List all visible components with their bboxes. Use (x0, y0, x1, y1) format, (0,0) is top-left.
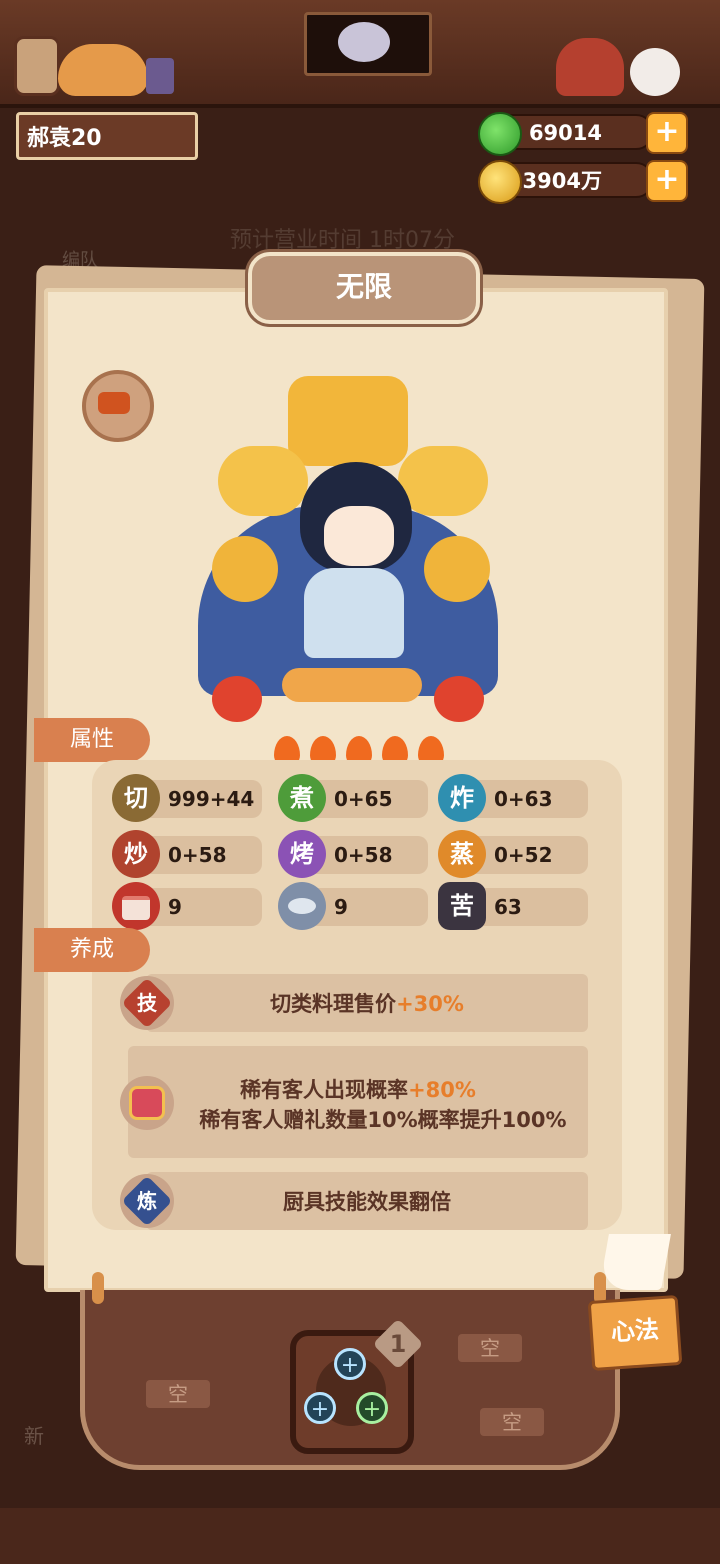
customer-girl-icon (556, 38, 624, 96)
lucky-cat-right-icon (424, 536, 490, 602)
stat-fish: 9 (278, 882, 428, 930)
cut-icon: 切 (112, 774, 160, 822)
meat-icon (112, 882, 160, 930)
top-banner (0, 0, 720, 108)
stat-value: 9 (168, 895, 182, 919)
skill-1-bonus: +30% (396, 992, 464, 1016)
stat-value: 999+44 (168, 787, 255, 811)
fish-icon (278, 882, 326, 930)
rank-badge-icon[interactable] (82, 370, 154, 442)
technique-char: 技 (137, 991, 157, 1015)
stat-value: 0+63 (494, 787, 553, 811)
badge-emblem (98, 392, 130, 414)
tomato-right-icon (434, 676, 484, 722)
cat-mascot-icon (58, 44, 148, 96)
skill-2-label: 稀有客人出现概率 (240, 1078, 409, 1102)
stat-steam: 蒸 0+52 (438, 830, 588, 878)
technique-icon[interactable]: 技 (120, 976, 174, 1030)
white-cat-icon (630, 48, 680, 96)
stat-stirfry: 炒 0+58 (112, 830, 262, 878)
paper-curl (599, 1234, 671, 1290)
add-slot-1-icon[interactable]: + (334, 1348, 366, 1380)
skill-2-line1: 稀有客人出现概率+80% (128, 1074, 588, 1104)
empty-slot-bottom-right[interactable]: 空 (480, 1408, 544, 1436)
jade-amount: 69014 (528, 121, 602, 145)
bottom-bar (0, 1508, 720, 1564)
skill-2-line2: 稀有客人赠礼数量10%概率提升100% (199, 1108, 567, 1132)
book-icon (146, 58, 174, 94)
steam-icon: 蒸 (438, 830, 486, 878)
meat-slice (122, 896, 150, 920)
stat-fry: 炸 0+63 (438, 774, 588, 822)
stat-value: 0+52 (494, 843, 553, 867)
golden-hand-left-icon (218, 446, 308, 516)
stat-bitter: 苦 63 (438, 882, 588, 930)
empty-slot-left[interactable]: 空 (146, 1380, 210, 1408)
skill-row-2: 稀有客人出现概率+80% 稀有客人赠礼数量10%概率提升100% (128, 1046, 588, 1158)
tomato-left-icon (212, 676, 262, 722)
fish-shape (288, 898, 316, 914)
tray-peg-left (92, 1272, 104, 1304)
stat-value: 0+65 (334, 787, 393, 811)
stat-roast: 烤 0+58 (278, 830, 428, 878)
skill-row-1: 切类料理售价+30% (146, 974, 588, 1032)
skill-row-3: 厨具技能效果翻倍 (146, 1172, 588, 1230)
coin-icon (478, 160, 522, 204)
gift-icon[interactable] (120, 1076, 174, 1130)
chef-face (324, 506, 394, 566)
gift-box (129, 1086, 165, 1120)
notice-board-icon[interactable] (14, 36, 60, 96)
stat-value: 63 (494, 895, 522, 919)
business-time-text: 预计营业时间 1时07分 (230, 228, 455, 253)
refine-icon[interactable]: 炼 (120, 1174, 174, 1228)
attributes-tag: 属性 (34, 718, 150, 762)
cultivation-tag: 养成 (34, 928, 150, 972)
coin-amount: 13904万 (507, 169, 602, 193)
xinfa-button[interactable]: 心法 (587, 1294, 683, 1372)
dish-icon (282, 668, 422, 702)
boil-icon: 煮 (278, 774, 326, 822)
crown-icon (288, 376, 408, 466)
jade-icon (478, 112, 522, 156)
skill-2-bonus: +80% (408, 1078, 476, 1102)
add-jade-button[interactable]: + (646, 112, 688, 154)
add-coin-button[interactable]: + (646, 160, 688, 202)
stat-value: 0+58 (168, 843, 227, 867)
skill-1-label: 切类料理售价 (270, 992, 397, 1016)
level-number: 1 (389, 1330, 407, 1358)
stat-meat: 9 (112, 882, 262, 930)
skill-1-text: 切类料理售价+30% (146, 988, 588, 1018)
chef-illustration (198, 376, 498, 722)
skill-3-text: 厨具技能效果翻倍 (283, 1190, 451, 1214)
player-name[interactable]: 郝袁20 (16, 112, 198, 160)
fry-icon: 炸 (438, 774, 486, 822)
chef-portrait-icon (338, 22, 390, 62)
add-slot-3-icon[interactable]: + (356, 1392, 388, 1424)
stat-value: 0+58 (334, 843, 393, 867)
stat-value: 9 (334, 895, 348, 919)
new-label: 新 (24, 1424, 44, 1448)
roast-icon: 烤 (278, 830, 326, 878)
golden-hand-right-icon (398, 446, 488, 516)
stirfry-icon: 炒 (112, 830, 160, 878)
refine-char: 炼 (137, 1189, 157, 1213)
chef-robe (304, 568, 404, 658)
lucky-cat-left-icon (212, 536, 278, 602)
stat-cut: 切 999+44 (112, 774, 262, 822)
chef-title: 无限 (248, 252, 480, 324)
empty-slot-top-right[interactable]: 空 (458, 1334, 522, 1362)
add-slot-2-icon[interactable]: + (304, 1392, 336, 1424)
bitter-icon: 苦 (438, 882, 486, 930)
stat-boil: 煮 0+65 (278, 774, 428, 822)
